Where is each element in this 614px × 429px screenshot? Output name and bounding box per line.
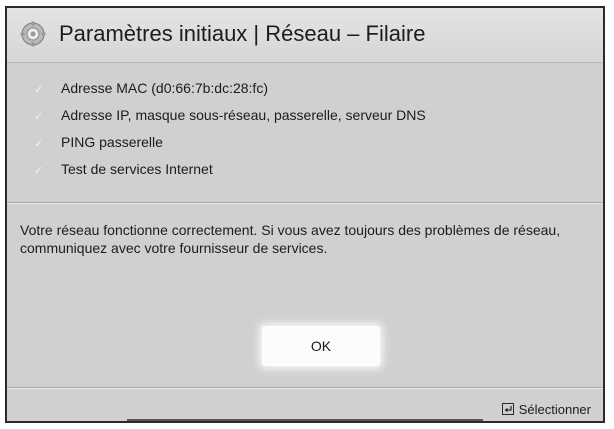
check-item-mac-address: ✓ Adresse MAC (d0:66:7b:dc:28:fc) (27, 78, 426, 105)
network-settings-dialog: Paramètres initiaux | Réseau – Filaire ✓… (5, 6, 605, 423)
dialog-title: Paramètres initiaux | Réseau – Filaire (59, 21, 426, 46)
check-item-internet-services: ✓ Test de services Internet (27, 159, 426, 186)
check-item-label: Test de services Internet (61, 161, 213, 177)
select-hint-label: Sélectionner (518, 402, 591, 417)
check-item-label: Adresse MAC (d0:66:7b:dc:28:fc) (61, 80, 268, 96)
footer-divider (7, 387, 603, 389)
checkmark-icon: ✓ (34, 111, 44, 123)
gear-icon (20, 21, 46, 47)
checkmark-icon: ✓ (34, 165, 44, 177)
check-item-label: Adresse IP, masque sous-réseau, passerel… (61, 107, 426, 123)
network-check-list: ✓ Adresse MAC (d0:66:7b:dc:28:fc) ✓ Adress… (27, 78, 426, 186)
dialog-titlebar: Paramètres initiaux | Réseau – Filaire (7, 8, 603, 63)
check-item-label: PING passerelle (61, 134, 163, 150)
checkmark-icon: ✓ (34, 138, 44, 150)
enter-key-icon (501, 403, 515, 419)
bottom-edge-line (127, 419, 483, 421)
content-divider (7, 202, 603, 204)
select-hint: Sélectionner (501, 402, 591, 419)
check-item-ping-gateway: ✓ PING passerelle (27, 132, 426, 159)
check-item-ip-settings: ✓ Adresse IP, masque sous-réseau, passere… (27, 105, 426, 132)
checkmark-icon: ✓ (34, 84, 44, 96)
status-message: Votre réseau fonctionne correctement. Si… (20, 222, 561, 256)
ok-button[interactable]: OK (262, 326, 380, 366)
